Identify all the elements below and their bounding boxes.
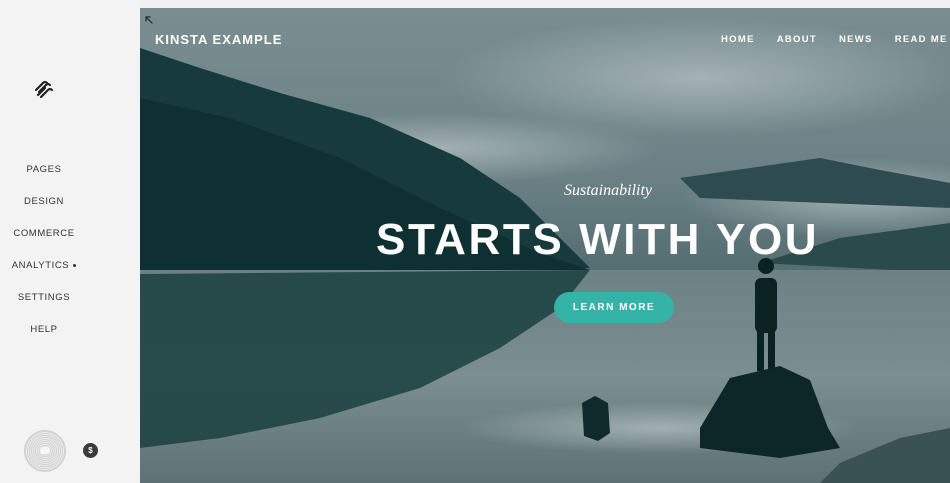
sidebar-item-commerce[interactable]: COMMERCE: [0, 224, 88, 256]
hero-section: KINSTA EXAMPLE HOME ABOUT NEWS READ ME S…: [140, 8, 950, 483]
sidebar-item-label: ANALYTICS: [11, 260, 70, 271]
notification-dot-icon: [73, 263, 77, 267]
hero-headline: STARTS WITH YOU: [376, 215, 820, 264]
sidebar: PAGES DESIGN COMMERCE ANALYTICS SETTINGS…: [0, 0, 140, 483]
sidebar-item-label: DESIGN: [23, 196, 65, 207]
avatar[interactable]: [24, 430, 66, 472]
nav-read-me[interactable]: READ ME: [895, 34, 948, 45]
collapse-arrow-icon[interactable]: [144, 12, 154, 24]
editor-top-strip: [140, 0, 950, 8]
nav-home[interactable]: HOME: [721, 34, 755, 45]
learn-more-button[interactable]: LEARN MORE: [554, 292, 674, 323]
hero-subheading: Sustainability: [564, 182, 652, 199]
sidebar-item-label: SETTINGS: [17, 292, 71, 303]
billing-badge[interactable]: $: [83, 443, 98, 458]
squarespace-logo-icon[interactable]: [33, 79, 55, 101]
billing-badge-label: $: [88, 446, 93, 455]
sidebar-item-settings[interactable]: SETTINGS: [0, 288, 88, 320]
sidebar-item-analytics[interactable]: ANALYTICS: [0, 256, 88, 288]
sidebar-item-design[interactable]: DESIGN: [0, 192, 88, 224]
sidebar-item-label: PAGES: [26, 164, 62, 175]
nav-about[interactable]: ABOUT: [777, 34, 817, 45]
nav-news[interactable]: NEWS: [839, 34, 873, 45]
sidebar-item-label: COMMERCE: [13, 228, 75, 239]
avatar-center: [40, 447, 50, 454]
sidebar-item-help[interactable]: HELP: [0, 320, 88, 352]
sidebar-item-pages[interactable]: PAGES: [0, 160, 88, 192]
site-title[interactable]: KINSTA EXAMPLE: [155, 32, 282, 47]
site-nav: HOME ABOUT NEWS READ ME: [721, 34, 948, 45]
sidebar-nav: PAGES DESIGN COMMERCE ANALYTICS SETTINGS…: [0, 160, 88, 352]
sidebar-item-label: HELP: [30, 324, 58, 335]
